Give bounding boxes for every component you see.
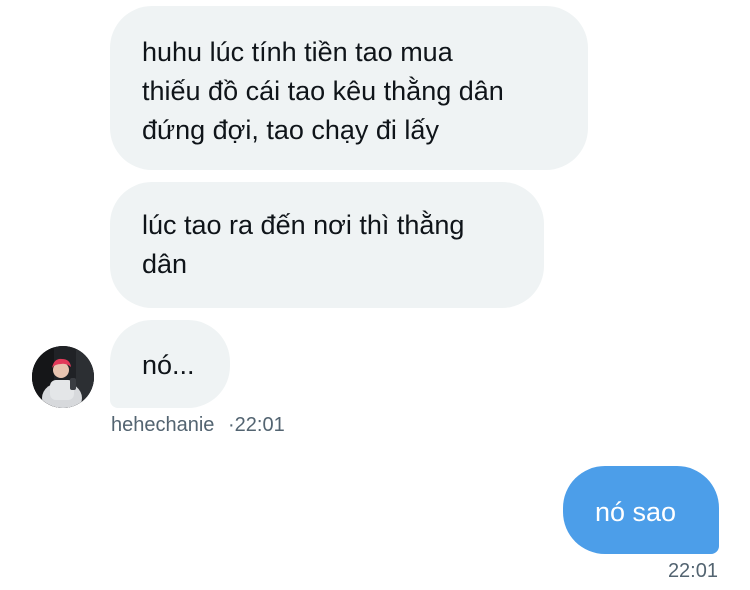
message-bubble-incoming[interactable]: huhu lúc tính tiền tao mua thiếu đồ cái … [110,6,588,170]
meta-separator: · [228,414,235,436]
message-bubble-incoming[interactable]: lúc tao ra đến nơi thì thằng dân [110,182,544,308]
message-bubble-outgoing[interactable]: nó sao [563,466,719,554]
message-bubble-incoming[interactable]: nó... [110,320,230,408]
message-timestamp: 22:01 [667,560,718,582]
avatar[interactable] [32,346,94,408]
sender-username[interactable]: hehechanie [111,414,214,436]
message-meta: hehechanie ·22:01 [111,414,285,437]
user-avatar-icon [32,346,94,408]
message-timestamp: 22:01 [234,414,285,436]
